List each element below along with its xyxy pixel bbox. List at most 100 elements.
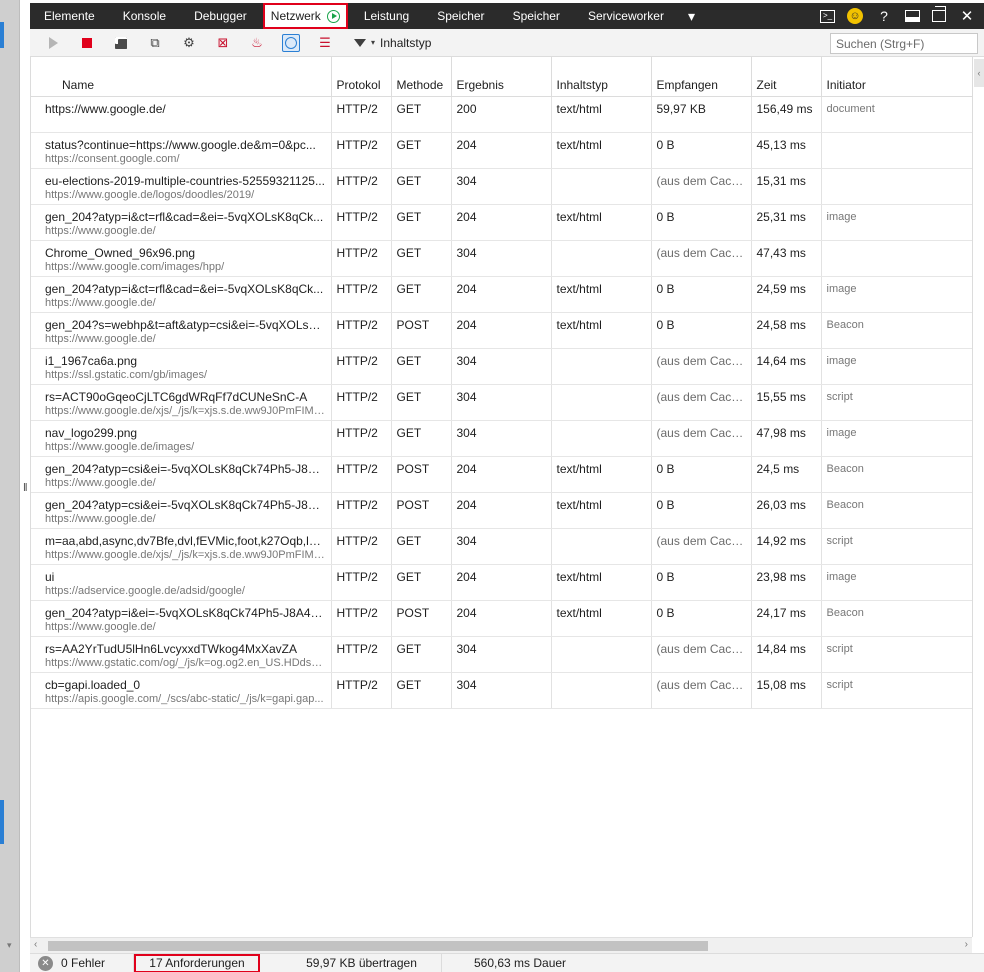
tab-label: Serviceworker: [587, 9, 664, 23]
clear-cookies-icon[interactable]: ☰: [316, 34, 334, 52]
cell-protocol: HTTP/2: [331, 312, 392, 349]
cell-result: 200: [451, 96, 552, 133]
cell-method: POST: [391, 492, 452, 529]
column-header[interactable]: Ergebnis: [451, 57, 552, 97]
cell-result: 204: [451, 312, 552, 349]
table-row[interactable]: ui https://adservice.google.de/adsid/goog…: [31, 564, 973, 601]
cell-protocol: HTTP/2: [331, 672, 392, 709]
horizontal-scrollbar[interactable]: ‹ ›: [30, 937, 972, 953]
table-row[interactable]: gen_204?atyp=csi&ei=-5vqXOLsK8qCk74Ph5-J…: [31, 456, 973, 493]
request-name-cell: rs=AA2YrTudU5lHn6LvcyxxdTWkog4MxXavZA htt…: [31, 636, 332, 673]
cell-received: 0 B: [651, 132, 752, 169]
column-header[interactable]: Protokol: [331, 57, 392, 97]
request-url: https://www.google.de/xjs/_/js/k=xjs.s.d…: [45, 404, 326, 417]
console-icon[interactable]: >_: [820, 9, 835, 23]
tab-speicher[interactable]: Speicher: [499, 3, 574, 29]
cell-received: 0 B: [651, 564, 752, 601]
left-accent: [0, 800, 4, 844]
cell-method: POST: [391, 312, 452, 349]
table-row[interactable]: gen_204?atyp=i&ct=rfl&cad=&ei=-5vqXOLsK8…: [31, 204, 973, 241]
table-row[interactable]: https://www.google.de/HTTP/2 GET 200 text/h…: [31, 96, 973, 133]
settings-gear-icon[interactable]: ⚙: [180, 34, 198, 52]
stop-recording-icon[interactable]: [78, 34, 96, 52]
transferred-size: 59,97 KB übertragen: [282, 953, 442, 972]
column-header[interactable]: Initiator: [821, 57, 973, 97]
table-row[interactable]: eu-elections-2019-multiple-countries-525…: [31, 168, 973, 205]
import-har-icon[interactable]: ⧉: [146, 34, 164, 52]
tab-netzwerk[interactable]: Netzwerk: [262, 3, 348, 29]
scrollbar-thumb[interactable]: [48, 941, 708, 951]
cell-time: 47,43 ms: [751, 240, 822, 277]
cell-method: GET: [391, 240, 452, 277]
request-table: Name Protokol Methode Ergebnis Inhaltstyp Emp…: [30, 57, 973, 937]
close-icon[interactable]: ✕: [958, 7, 976, 25]
cell-protocol: HTTP/2: [331, 600, 392, 637]
cell-protocol: HTTP/2: [331, 132, 392, 169]
tab-serviceworker[interactable]: Serviceworker: [574, 3, 678, 29]
chevron-down-icon[interactable]: ▾: [7, 940, 12, 951]
table-row[interactable]: rs=AA2YrTudU5lHn6LvcyxxdTWkog4MxXavZA htt…: [31, 636, 973, 673]
column-header[interactable]: Inhaltstyp: [551, 57, 652, 97]
dock-icon[interactable]: [905, 10, 920, 22]
column-header[interactable]: Zeit: [751, 57, 822, 97]
help-icon[interactable]: ?: [875, 8, 893, 24]
table-row[interactable]: gen_204?atyp=csi&ei=-5vqXOLsK8qCk74Ph5-J…: [31, 492, 973, 529]
panel-splitter-handle[interactable]: ‖: [23, 482, 28, 494]
request-name-cell: cb=gapi.loaded_0 https://apis.google.com/…: [31, 672, 332, 709]
save-icon[interactable]: [112, 34, 130, 52]
column-header[interactable]: Name: [31, 57, 332, 97]
cell-method: GET: [391, 672, 452, 709]
chevron-down-icon[interactable]: ▾: [678, 8, 705, 25]
column-header[interactable]: Empfangen: [651, 57, 752, 97]
clear-cache-icon[interactable]: ♨: [248, 34, 266, 52]
request-name: cb=gapi.loaded_0: [45, 677, 141, 692]
chevron-down-icon: ▾: [371, 38, 376, 47]
tab-elemente[interactable]: Elemente: [30, 3, 109, 29]
table-row[interactable]: gen_204?atyp=i&ct=rfl&cad=&ei=-5vqXOLsK8…: [31, 276, 973, 313]
table-row[interactable]: rs=ACT90oGqeoCjLTC6gdWRqFf7dCUNeSnC-A htt…: [31, 384, 973, 421]
cell-method: GET: [391, 132, 452, 169]
smiley-icon[interactable]: ☺: [847, 8, 863, 24]
column-header[interactable]: Methode: [391, 57, 452, 97]
scroll-right-icon[interactable]: ›: [965, 939, 968, 950]
content-type-filter[interactable]: ▾ Inhaltstyp: [354, 36, 431, 50]
cell-protocol: HTTP/2: [331, 492, 392, 529]
cell-received: 0 B: [651, 600, 752, 637]
table-row[interactable]: nav_logo299.png https://www.google.de/ima…: [31, 420, 973, 457]
tab-speicher[interactable]: Speicher: [423, 3, 498, 29]
cell-time: 24,58 ms: [751, 312, 822, 349]
undock-icon[interactable]: [932, 6, 946, 22]
request-name: gen_204?atyp=csi&ei=-5vqXOLsK8qCk74Ph5-J…: [45, 497, 326, 512]
table-row[interactable]: i1_1967ca6a.png https://ssl.gstatic.com/g…: [31, 348, 973, 385]
scroll-left-icon[interactable]: ‹: [34, 939, 37, 950]
cell-type: [551, 348, 652, 385]
table-row[interactable]: Chrome_Owned_96x96.png https://www.google…: [31, 240, 973, 277]
cell-method: GET: [391, 96, 452, 133]
tab-leistung[interactable]: Leistung: [350, 3, 423, 29]
cell-type: text/html: [551, 132, 652, 169]
tab-debugger[interactable]: Debugger: [180, 3, 261, 29]
chevron-left-icon[interactable]: ‹: [974, 59, 984, 87]
request-url: https://consent.google.com/: [45, 152, 180, 165]
tab-konsole[interactable]: Konsole: [109, 3, 180, 29]
table-row[interactable]: status?continue=https://www.google.de&m=…: [31, 132, 973, 169]
always-refresh-icon[interactable]: [282, 33, 300, 52]
table-row[interactable]: m=aa,abd,async,dv7Bfe,dvl,fEVMic,foot,k2…: [31, 528, 973, 565]
recording-icon: [326, 9, 340, 23]
play-icon[interactable]: [44, 34, 62, 52]
table-row[interactable]: gen_204?s=webhp&t=aft&atyp=csi&ei=-5vqXO…: [31, 312, 973, 349]
cell-protocol: HTTP/2: [331, 348, 392, 385]
table-row[interactable]: gen_204?atyp=i&ei=-5vqXOLsK8qCk74Ph5-J8A…: [31, 600, 973, 637]
cell-type: text/html: [551, 492, 652, 529]
cell-initiator: image: [821, 276, 973, 313]
cell-initiator: Beacon: [821, 312, 973, 349]
search-input[interactable]: Suchen (Strg+F): [830, 33, 978, 54]
cell-time: 14,84 ms: [751, 636, 822, 673]
outer-left-strip: [0, 0, 20, 972]
cell-method: GET: [391, 348, 452, 385]
cell-initiator: script: [821, 636, 973, 673]
request-name-cell: status?continue=https://www.google.de&m=…: [31, 132, 332, 169]
cell-received: 0 B: [651, 276, 752, 313]
clear-entries-icon[interactable]: ⊠: [214, 34, 232, 52]
table-row[interactable]: cb=gapi.loaded_0 https://apis.google.com/…: [31, 672, 973, 709]
